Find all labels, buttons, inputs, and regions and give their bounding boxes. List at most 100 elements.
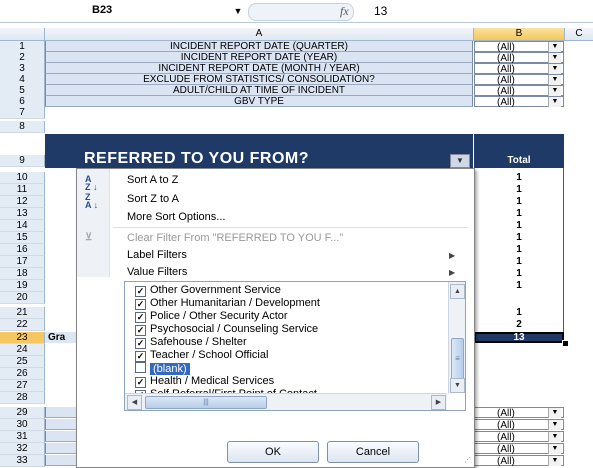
lower-filter-value[interactable]: (All) ▼	[474, 431, 564, 443]
scroll-left-icon[interactable]: ◀	[127, 395, 142, 410]
filter-dropdown-icon[interactable]: ▼	[548, 97, 561, 107]
resize-grip-icon[interactable]: ⋰	[464, 456, 472, 464]
fill-handle[interactable]	[562, 340, 569, 347]
filter-dropdown-icon[interactable]: ▼	[548, 420, 561, 430]
row-number[interactable]: 20	[0, 292, 45, 304]
value-filters-item[interactable]: Value Filters	[127, 266, 187, 278]
row-number[interactable]: 26	[0, 368, 45, 380]
row-number[interactable]: 23	[0, 332, 45, 344]
total-value-cell: 1	[516, 268, 522, 279]
filter-checkbox-list[interactable]: ✓ Other Government Service ✓ Other Humanita…	[124, 281, 466, 411]
report-filter-label: INCIDENT REPORT DATE (MONTH / YEAR)	[45, 63, 473, 74]
select-all-corner[interactable]	[0, 28, 45, 41]
report-filter-value[interactable]: (All) ▼	[474, 96, 564, 108]
list-vertical-scrollbar[interactable]: ▲ ≡ ▼	[448, 282, 465, 393]
horizontal-scroll-thumb[interactable]: |||	[145, 396, 267, 409]
filter-list-item[interactable]: ✓ Police / Other Security Actor	[135, 310, 288, 323]
row-number[interactable]: 28	[0, 392, 45, 404]
report-filter-value[interactable]: (All) ▼	[474, 63, 564, 75]
row-number[interactable]: 11	[0, 184, 45, 196]
row-number[interactable]: 8	[0, 121, 45, 133]
filter-list-item[interactable]: ✓ Psychosocial / Counseling Service	[135, 323, 318, 336]
row-number[interactable]: 22	[0, 319, 45, 331]
filter-checkbox[interactable]: ✓	[135, 351, 146, 362]
total-value-cell: 1	[516, 184, 522, 195]
filter-dropdown-icon[interactable]: ▼	[548, 53, 561, 63]
scroll-down-icon[interactable]: ▼	[450, 378, 465, 393]
row-number[interactable]: 16	[0, 244, 45, 256]
filter-list-item[interactable]: ✓ Other Government Service	[135, 284, 281, 297]
row-number[interactable]: 24	[0, 344, 45, 356]
row-number[interactable]: 13	[0, 208, 45, 220]
filter-list-item[interactable]: ✓ Other Humanitarian / Development	[135, 297, 320, 310]
row-number[interactable]: 17	[0, 256, 45, 268]
sort-z-to-a-item[interactable]: Sort Z to A	[127, 193, 179, 205]
filter-dropdown-icon[interactable]: ▼	[548, 432, 561, 442]
row-number[interactable]: 25	[0, 356, 45, 368]
row-number[interactable]: 18	[0, 268, 45, 280]
row-field-filter-button[interactable]: ▼	[450, 154, 470, 168]
total-column-header: Total	[507, 155, 531, 166]
formula-input[interactable]: 13	[374, 4, 387, 18]
filter-dropdown-icon[interactable]: ▼	[548, 86, 561, 96]
lower-filter-value-text: (All)	[497, 456, 515, 467]
row-number[interactable]: 10	[0, 172, 45, 184]
filter-checkbox[interactable]: ✓	[135, 286, 146, 297]
filter-dropdown-icon[interactable]: ▼	[548, 64, 561, 74]
name-box[interactable]: B23	[74, 4, 252, 18]
report-filter-value[interactable]: (All) ▼	[474, 74, 564, 86]
vertical-scroll-thumb[interactable]: ≡	[451, 338, 464, 380]
total-value-cell: 1	[516, 280, 522, 291]
report-filter-value[interactable]: (All) ▼	[474, 52, 564, 64]
lower-filter-value-text: (All)	[497, 408, 515, 419]
lower-filter-value[interactable]: (All) ▼	[474, 455, 564, 467]
scroll-right-icon[interactable]: ▶	[431, 395, 446, 410]
cancel-button[interactable]: Cancel	[327, 441, 419, 463]
lower-filter-value[interactable]: (All) ▼	[474, 443, 564, 455]
selected-cell-b23[interactable]: 13	[474, 332, 564, 343]
row-number[interactable]: 14	[0, 220, 45, 232]
scroll-up-icon[interactable]: ▲	[450, 284, 465, 299]
column-header-c[interactable]: C	[565, 28, 593, 41]
report-filter-value[interactable]: (All) ▼	[474, 85, 564, 97]
sort-a-to-z-item[interactable]: Sort A to Z	[127, 174, 178, 186]
lower-filter-value[interactable]: (All) ▼	[474, 419, 564, 431]
filter-list-item-label: Other Humanitarian / Development	[150, 297, 320, 309]
filter-checkbox[interactable]	[135, 362, 146, 373]
filter-checkbox[interactable]: ✓	[135, 299, 146, 310]
lower-filter-value[interactable]: (All) ▼	[474, 407, 564, 419]
total-value-cell: 1	[516, 307, 522, 318]
list-horizontal-scrollbar[interactable]: ◀ ||| ▶	[125, 393, 447, 410]
column-header-b[interactable]: B	[474, 28, 565, 41]
filter-list-item[interactable]: ✓ Safehouse / Shelter	[135, 336, 247, 349]
filter-list-item[interactable]: (blank)	[135, 362, 190, 375]
submenu-arrow-icon: ▶	[449, 251, 456, 260]
filter-list-item[interactable]: ✓ Health / Medical Services	[135, 375, 274, 388]
filter-dropdown-icon[interactable]: ▼	[548, 456, 561, 466]
label-filters-item[interactable]: Label Filters	[127, 249, 187, 261]
row-number[interactable]: 21	[0, 307, 45, 319]
name-box-dropdown-icon[interactable]: ▼	[233, 5, 243, 17]
row-number[interactable]: 27	[0, 380, 45, 392]
ok-button[interactable]: OK	[227, 441, 319, 463]
column-header-a[interactable]: A	[45, 28, 474, 41]
filter-list-item-label: Safehouse / Shelter	[150, 336, 247, 348]
filter-list-item[interactable]: ✓ Teacher / School Official	[135, 349, 268, 362]
filter-checkbox[interactable]: ✓	[135, 325, 146, 336]
row-number[interactable]: 9	[0, 155, 45, 167]
filter-dropdown-icon[interactable]: ▼	[548, 42, 561, 52]
filter-checkbox[interactable]: ✓	[135, 312, 146, 323]
filter-checkbox[interactable]: ✓	[135, 338, 146, 349]
report-filter-value[interactable]: (All) ▼	[474, 41, 564, 53]
filter-dropdown-icon[interactable]: ▼	[548, 408, 561, 418]
insert-function-icon[interactable]: fx	[340, 4, 349, 19]
filter-dropdown-icon[interactable]: ▼	[548, 444, 561, 454]
row-number[interactable]: 15	[0, 232, 45, 244]
row-number[interactable]: 12	[0, 196, 45, 208]
row-number[interactable]: 7	[0, 107, 45, 119]
row-number[interactable]: 19	[0, 280, 45, 292]
sort-a-to-z-icon: AZ ↓	[85, 174, 98, 192]
filter-dropdown-icon[interactable]: ▼	[548, 75, 561, 85]
more-sort-options-item[interactable]: More Sort Options...	[127, 211, 225, 223]
filter-checkbox[interactable]: ✓	[135, 377, 146, 388]
